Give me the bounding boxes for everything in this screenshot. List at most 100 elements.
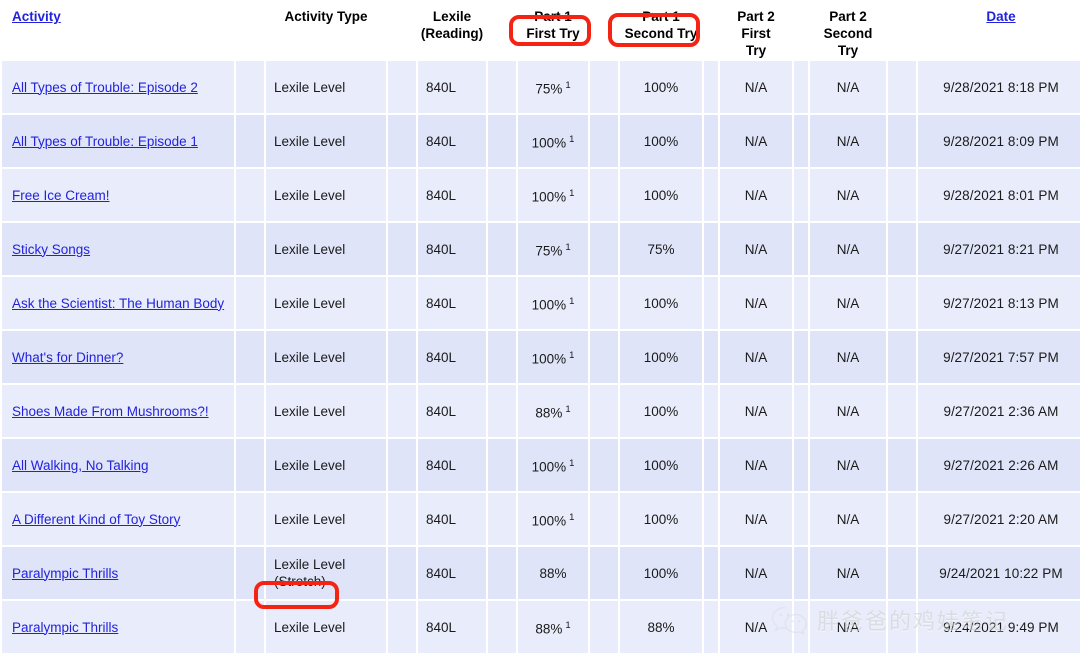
cell-date: 9/27/2021 2:26 AM [918, 439, 1080, 491]
cell-part2-first-try: N/A [720, 385, 792, 437]
cell-spacer [888, 385, 916, 437]
activity-link[interactable]: Shoes Made From Mushrooms?! [12, 404, 209, 419]
cell-activity[interactable]: All Walking, No Talking [2, 439, 234, 491]
cell-spacer [794, 493, 808, 545]
activity-link[interactable]: Paralympic Thrills [12, 566, 118, 581]
activity-type-label: Lexile Level [274, 557, 346, 572]
table-row: Free Ice Cream! Lexile Level 840L 100% 1 100%… [2, 169, 1080, 221]
cell-activity-type: Lexile Level [266, 331, 386, 383]
cell-part1-first-try: 100% 1 [518, 115, 588, 167]
cell-spacer [704, 277, 718, 329]
cell-activity[interactable]: All Types of Trouble: Episode 1 [2, 115, 234, 167]
cell-activity[interactable]: Shoes Made From Mushrooms?! [2, 385, 234, 437]
cell-part1-second-try: 100% [620, 331, 702, 383]
cell-activity-type: Lexile Level [266, 115, 386, 167]
cell-part1-second-try: 100% [620, 277, 702, 329]
cell-spacer [888, 61, 916, 113]
cell-spacer [888, 169, 916, 221]
cell-spacer [888, 223, 916, 275]
cell-activity[interactable]: Paralympic Thrills [2, 601, 234, 653]
cell-spacer [388, 493, 416, 545]
header-spacer-4 [590, 2, 618, 59]
activity-link[interactable]: A Different Kind of Toy Story [12, 512, 180, 527]
cell-spacer [794, 439, 808, 491]
cell-part1-second-try: 100% [620, 547, 702, 599]
table-row: All Types of Trouble: Episode 1 Lexile Le… [2, 115, 1080, 167]
cell-spacer [704, 115, 718, 167]
cell-activity[interactable]: A Different Kind of Toy Story [2, 493, 234, 545]
activity-link[interactable]: All Walking, No Talking [12, 458, 149, 473]
cell-spacer [888, 547, 916, 599]
footnote-marker: 1 [565, 619, 571, 631]
cell-spacer [236, 277, 264, 329]
cell-spacer [794, 115, 808, 167]
activity-link[interactable]: Free Ice Cream! [12, 188, 110, 203]
cell-spacer [590, 115, 618, 167]
cell-part2-second-try: N/A [810, 115, 886, 167]
cell-spacer [590, 439, 618, 491]
cell-part2-first-try: N/A [720, 223, 792, 275]
cell-lexile: 840L [418, 439, 486, 491]
column-header-date-link[interactable]: Date [986, 9, 1015, 24]
cell-activity[interactable]: Ask the Scientist: The Human Body [2, 277, 234, 329]
cell-activity[interactable]: All Types of Trouble: Episode 2 [2, 61, 234, 113]
cell-spacer [488, 115, 516, 167]
cell-spacer [388, 61, 416, 113]
cell-activity[interactable]: What's for Dinner? [2, 331, 234, 383]
cell-spacer [590, 223, 618, 275]
activity-link[interactable]: All Types of Trouble: Episode 2 [12, 80, 198, 95]
cell-activity-type: Lexile Level [266, 439, 386, 491]
cell-spacer [388, 331, 416, 383]
table-row: Paralympic Thrills Lexile Level (Stretch) 8… [2, 547, 1080, 599]
cell-spacer [794, 385, 808, 437]
cell-spacer [704, 331, 718, 383]
cell-part2-second-try: N/A [810, 439, 886, 491]
activity-link[interactable]: All Types of Trouble: Episode 1 [12, 134, 198, 149]
cell-activity[interactable]: Free Ice Cream! [2, 169, 234, 221]
footnote-marker: 1 [569, 133, 575, 145]
activity-link[interactable]: What's for Dinner? [12, 350, 123, 365]
cell-spacer [488, 601, 516, 653]
cell-spacer [236, 115, 264, 167]
cell-part2-second-try: N/A [810, 601, 886, 653]
part1-first-try-value: 75% [535, 243, 563, 259]
activity-link[interactable]: Sticky Songs [12, 242, 90, 257]
column-header-date[interactable]: Date [918, 2, 1080, 59]
cell-activity[interactable]: Paralympic Thrills [2, 547, 234, 599]
part1-label-b: Part 1 [642, 9, 680, 24]
part1-first-try-value: 100% [531, 459, 567, 475]
cell-part2-second-try: N/A [810, 223, 886, 275]
column-header-activity[interactable]: Activity [2, 2, 234, 59]
column-header-lexile: Lexile (Reading) [418, 2, 486, 59]
part2-second-try-line1: Second [823, 26, 873, 41]
activity-link[interactable]: Ask the Scientist: The Human Body [12, 296, 224, 311]
cell-part2-second-try: N/A [810, 169, 886, 221]
activity-link[interactable]: Paralympic Thrills [12, 620, 118, 635]
header-spacer-2 [388, 2, 416, 59]
cell-spacer [590, 385, 618, 437]
cell-spacer [704, 385, 718, 437]
cell-spacer [488, 61, 516, 113]
cell-part1-first-try: 100% 1 [518, 439, 588, 491]
cell-part2-second-try: N/A [810, 547, 886, 599]
table-row: All Types of Trouble: Episode 2 Lexile Le… [2, 61, 1080, 113]
cell-part2-first-try: N/A [720, 439, 792, 491]
part1-first-try-value: 100% [531, 513, 567, 529]
cell-activity[interactable]: Sticky Songs [2, 223, 234, 275]
part1-first-try-value: 100% [531, 189, 567, 205]
cell-spacer [388, 223, 416, 275]
part1-second-try-label: Second Try [624, 26, 698, 41]
cell-part1-second-try: 100% [620, 169, 702, 221]
cell-spacer [794, 61, 808, 113]
footnote-marker: 1 [569, 349, 575, 361]
cell-activity-type: Lexile Level [266, 493, 386, 545]
cell-part2-first-try: N/A [720, 547, 792, 599]
cell-date: 9/27/2021 2:20 AM [918, 493, 1080, 545]
activity-type-label: Lexile Level [274, 133, 346, 149]
part2-label-a: Part 2 [737, 9, 775, 24]
column-header-activity-link[interactable]: Activity [12, 9, 61, 24]
cell-part1-first-try: 75% 1 [518, 223, 588, 275]
cell-spacer [236, 439, 264, 491]
activity-type-label: Lexile Level [274, 403, 346, 419]
cell-part2-second-try: N/A [810, 331, 886, 383]
